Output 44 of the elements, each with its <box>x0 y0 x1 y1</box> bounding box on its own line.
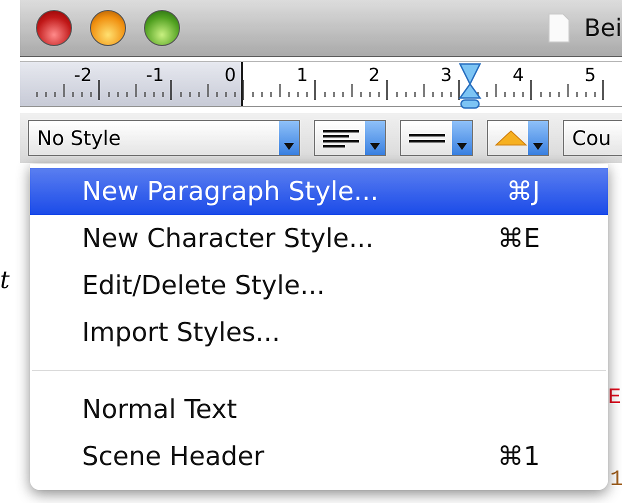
ruler-label: 2 <box>368 65 380 87</box>
alignment-popup[interactable] <box>314 120 386 156</box>
window-title: Bei <box>584 14 622 42</box>
font-popup[interactable]: Cou <box>563 120 622 156</box>
ruler-label: -1 <box>146 65 164 87</box>
partial-text: E <box>608 385 622 410</box>
ruler-ticks <box>396 80 460 100</box>
ruler-ticks <box>324 80 388 100</box>
style-popup[interactable]: No Style <box>28 120 300 156</box>
dropdown-arrow-icon <box>456 143 467 150</box>
dropdown-arrow-icon <box>370 143 380 150</box>
minimize-button[interactable] <box>90 10 126 46</box>
ruler-label: 3 <box>440 65 452 87</box>
menu-item[interactable]: New Paragraph Style... ⌘J <box>30 168 608 215</box>
triangle-icon <box>494 130 528 146</box>
ruler-ticks <box>540 80 604 100</box>
menu-item[interactable]: Scene Header ⌘1 <box>30 433 608 480</box>
menu-item[interactable]: Normal Text <box>30 386 608 433</box>
partial-text: t <box>0 266 11 294</box>
shortcut-text: ⌘J <box>506 176 540 206</box>
align-left-icon <box>320 128 361 148</box>
ruler-ticks <box>36 80 100 100</box>
dropdown-arrow-icon <box>533 143 544 150</box>
close-button[interactable] <box>36 10 72 46</box>
partial-text: 1 <box>610 467 622 492</box>
ruler-ticks <box>108 80 172 100</box>
ruler-label: 0 <box>224 65 236 87</box>
document-icon <box>548 13 570 43</box>
shortcut-text: ⌘E <box>498 224 540 254</box>
menu-item[interactable]: New Character Style... ⌘E <box>30 215 608 262</box>
ruler-label: 5 <box>584 65 596 87</box>
ruler-label: -2 <box>74 65 92 87</box>
ruler-ticks <box>252 80 316 100</box>
menu-item[interactable]: Edit/Delete Style... <box>30 262 608 309</box>
menu-item[interactable]: Import Styles... <box>30 309 608 356</box>
highlight-popup[interactable] <box>486 120 550 156</box>
ruler-label: 4 <box>512 65 524 87</box>
dropdown-arrow-icon <box>284 143 294 150</box>
ruler-label: 1 <box>296 65 308 87</box>
line-spacing-icon <box>407 132 448 144</box>
zoom-button[interactable] <box>144 10 180 46</box>
line-spacing-popup[interactable] <box>400 120 473 156</box>
shortcut-text: ⌘1 <box>497 442 540 472</box>
indent-marker[interactable] <box>458 62 482 110</box>
